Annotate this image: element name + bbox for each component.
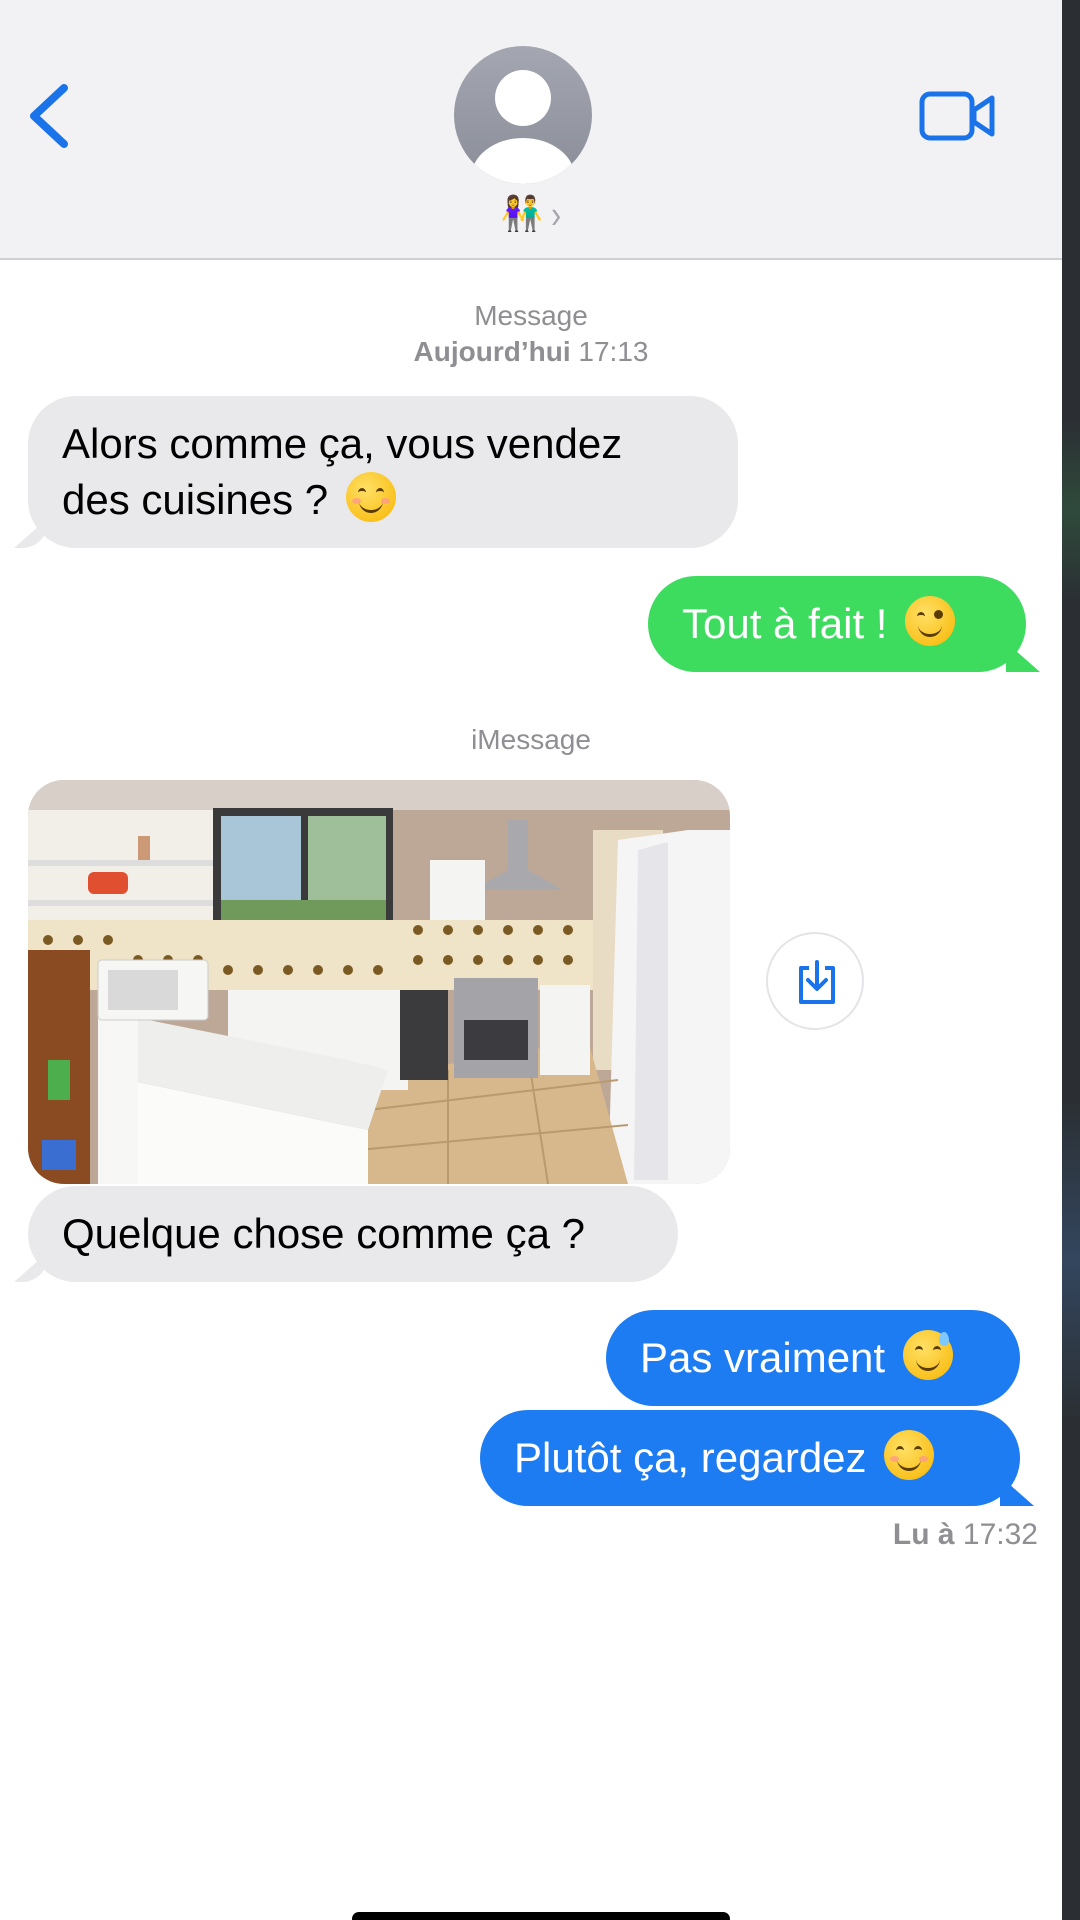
timestamp-time: 17:13	[578, 336, 649, 367]
contact-avatar[interactable]	[454, 46, 592, 184]
kitchen-photo[interactable]	[28, 780, 730, 1184]
service-label-text: iMessage	[471, 724, 591, 755]
incoming-message[interactable]: Quelque chose comme ça ?	[28, 1186, 678, 1282]
read-receipt-label: Lu à	[892, 1518, 955, 1551]
contact-name-button[interactable]: 👫 ›	[0, 194, 1062, 237]
service-label: Message	[0, 298, 1062, 334]
incoming-message[interactable]: Alors comme ça, vous vendez des cuisines…	[28, 396, 738, 548]
outgoing-sms-message[interactable]: Tout à fait !	[648, 576, 1026, 672]
message-text: Pas vraiment	[640, 1334, 886, 1381]
edge-glow-green	[1062, 420, 1080, 600]
screen-edge	[1062, 0, 1080, 1920]
smiling-face-emoji	[345, 472, 396, 522]
read-receipt: Lu à 17:32	[893, 1518, 1038, 1552]
message-text: des cuisines ?	[62, 476, 329, 523]
smiling-face-emoji	[884, 1430, 935, 1480]
message-text: Quelque chose comme ça ?	[62, 1210, 585, 1257]
edge-glow-blue	[1062, 1100, 1080, 1420]
message-text: Plutôt ça, regardez	[514, 1434, 867, 1481]
video-camera-icon	[919, 91, 995, 141]
outgoing-imessage[interactable]: Pas vraiment	[606, 1310, 1020, 1406]
chevron-right-icon: ›	[551, 193, 562, 237]
back-button[interactable]	[22, 82, 78, 150]
message-text-line1: Alors comme ça, vous vendez	[62, 420, 623, 467]
timestamp: Aujourd’hui 17:13	[0, 334, 1062, 370]
message-text-line2: des cuisines ?	[62, 472, 704, 528]
kitchen-image	[28, 780, 730, 1184]
service-label: iMessage	[0, 722, 1062, 758]
messages-screen: 👫 › Message Aujourd’hui 17:13 Alors comme…	[0, 0, 1080, 1920]
contact-name: 👫	[500, 195, 544, 233]
chevron-left-icon	[30, 84, 68, 148]
save-download-icon	[799, 960, 835, 1004]
grinning-sweat-emoji	[902, 1330, 953, 1380]
person-icon	[471, 70, 575, 184]
facetime-video-button[interactable]	[918, 88, 998, 144]
save-photo-button[interactable]	[766, 932, 864, 1030]
home-indicator[interactable]	[352, 1912, 730, 1920]
service-label-text: Message	[474, 300, 588, 331]
read-receipt-time: 17:32	[962, 1518, 1038, 1551]
message-text: Tout à fait !	[682, 600, 888, 647]
conversation-header: 👫 ›	[0, 0, 1062, 260]
outgoing-imessage[interactable]: Plutôt ça, regardez	[480, 1410, 1020, 1506]
winking-face-emoji	[905, 596, 956, 646]
timestamp-day: Aujourd’hui	[413, 336, 571, 367]
